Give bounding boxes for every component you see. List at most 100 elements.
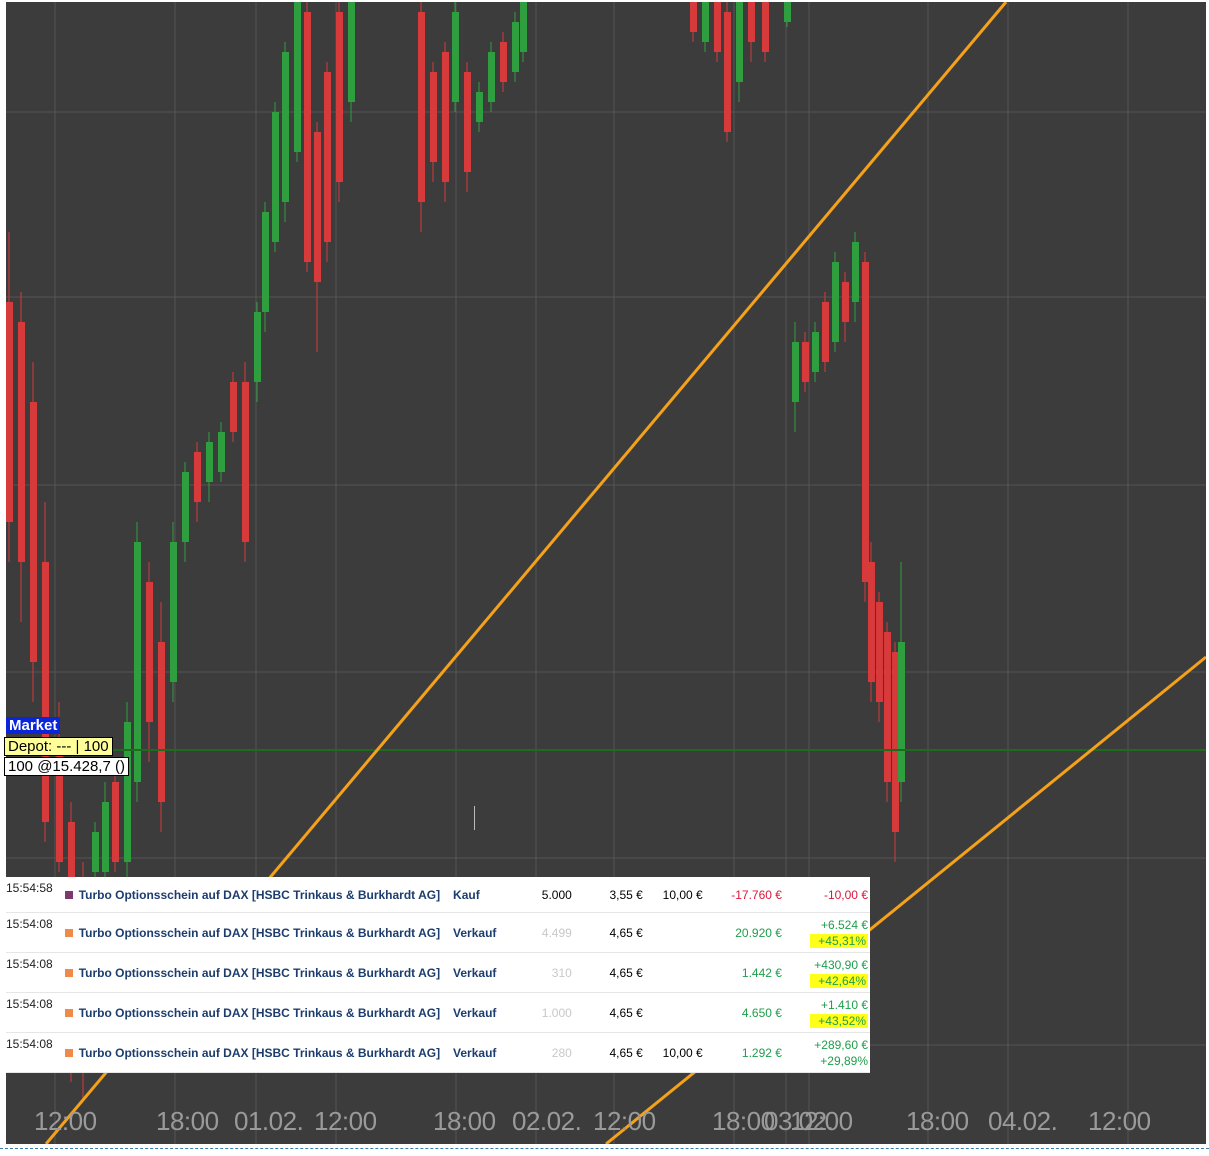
instrument-color-marker [65,952,79,993]
order-price: 4,65 € [577,912,643,953]
candle-body [182,472,189,542]
candle-body [842,282,849,322]
profit-loss-percent: +29,89% [820,1053,868,1068]
order-side: Verkauf [453,952,512,993]
candle-body [254,312,261,382]
order-side: Verkauf [453,912,512,953]
order-price: 4,65 € [577,992,643,1033]
candle-body [868,562,875,682]
instrument-color-marker [65,877,79,913]
candle-body [418,12,425,202]
instrument-color-marker [65,912,79,953]
candle-body [348,2,355,102]
candle-body [822,302,829,362]
candle-body [170,542,177,682]
candle-body [512,22,519,72]
profit-loss-percent: +45,31% [810,933,868,948]
depot-tag[interactable]: Depot: --- | 100 [4,737,113,756]
order-profit-loss: +6.524 € +45,31% [781,912,870,953]
candle-body [324,72,331,242]
x-tick-label: 18:00 [433,1106,496,1136]
order-price: 4,65 € [577,1032,643,1073]
candle-body [520,2,527,52]
instrument-name[interactable]: Turbo Optionsschein auf DAX [HSBC Trinka… [78,877,454,913]
candle-body [876,602,883,702]
x-tick-label: 12:00 [1088,1106,1151,1136]
order-fee [642,952,703,993]
order-quantity: 5.000 [511,877,578,913]
x-tick-label: 12:00 [593,1106,656,1136]
profit-loss-percent: +42,64% [810,973,868,988]
order-total: 20.920 € [702,912,782,953]
candle-body [852,242,859,302]
candle-body [92,832,99,872]
order-row[interactable]: 15:54:08 Turbo Optionsschein auf DAX [HSB… [6,952,870,993]
orders-table: 15:54:58 Turbo Optionsschein auf DAX [HSB… [6,877,870,1073]
candle-body [690,2,697,32]
profit-loss-absolute: +289,60 € [814,1037,868,1052]
candle-body [42,562,49,822]
candle-body [452,12,459,102]
x-tick-label: 12:00 [314,1106,377,1136]
candle-body [702,2,709,42]
candle-body [784,2,791,22]
candle-body [272,112,279,242]
x-tick-label: 04.02. [988,1106,1058,1136]
instrument-name[interactable]: Turbo Optionsschein auf DAX [HSBC Trinka… [78,1032,454,1073]
candle-body [262,212,269,312]
order-quantity: 1.000 [511,992,578,1033]
candle-body [464,72,471,172]
candle-body [194,452,201,502]
candle-body [500,42,507,82]
profit-loss-absolute: +6.524 € [820,917,868,932]
candle-body [862,262,869,582]
candle-body [430,72,437,162]
order-time: 15:54:08 [6,912,66,953]
order-fee [642,912,703,953]
instrument-name[interactable]: Turbo Optionsschein auf DAX [HSBC Trinka… [78,952,454,993]
order-time: 15:54:58 [6,877,66,913]
candle-body [812,332,819,372]
order-time: 15:54:08 [6,992,66,1033]
candle-body [242,382,249,542]
candle-body [134,542,141,782]
candle-body [304,12,311,262]
order-quantity: 310 [511,952,578,993]
instrument-name[interactable]: Turbo Optionsschein auf DAX [HSBC Trinka… [78,992,454,1033]
instrument-name[interactable]: Turbo Optionsschein auf DAX [HSBC Trinka… [78,912,454,953]
order-price: 4,65 € [577,952,643,993]
order-row[interactable]: 15:54:58 Turbo Optionsschein auf DAX [HSB… [6,877,870,913]
x-tick-label: 18:00 [906,1106,969,1136]
order-row[interactable]: 15:54:08 Turbo Optionsschein auf DAX [HSB… [6,912,870,953]
candle-body [124,722,131,862]
order-fee [642,992,703,1033]
candle-body [488,52,495,102]
candle-body [294,2,301,152]
candle-body [762,2,769,52]
order-row[interactable]: 15:54:08 Turbo Optionsschein auf DAX [HSB… [6,992,870,1033]
candle-body [206,442,213,482]
order-quantity: 4.499 [511,912,578,953]
order-row[interactable]: 15:54:08 Turbo Optionsschein auf DAX [HSB… [6,1032,870,1073]
order-total: 1.442 € [702,952,782,993]
x-tick-label: 02.02. [512,1106,582,1136]
candle-body [792,342,799,402]
profit-loss-percent: +43,52% [810,1013,868,1028]
order-time: 15:54:08 [6,1032,66,1073]
market-tag[interactable]: Market [6,717,61,734]
order-time: 15:54:08 [6,952,66,993]
candle-body [18,322,25,562]
profit-loss-absolute: +430,90 € [814,957,868,972]
candle-body [314,132,321,282]
order-fee: 10,00 € [642,877,703,913]
candle-body [102,802,109,872]
candle-body [158,642,165,802]
order-fee: 10,00 € [642,1032,703,1073]
x-tick-label: 12:00 [34,1106,97,1136]
candle-body [282,52,289,202]
candle-body [442,52,449,182]
order-profit-loss: -10,00 € [781,877,870,913]
order-tag[interactable]: 100 @15.428,7 () [4,757,129,776]
order-price: 3,55 € [577,877,643,913]
candle-body [336,12,343,182]
